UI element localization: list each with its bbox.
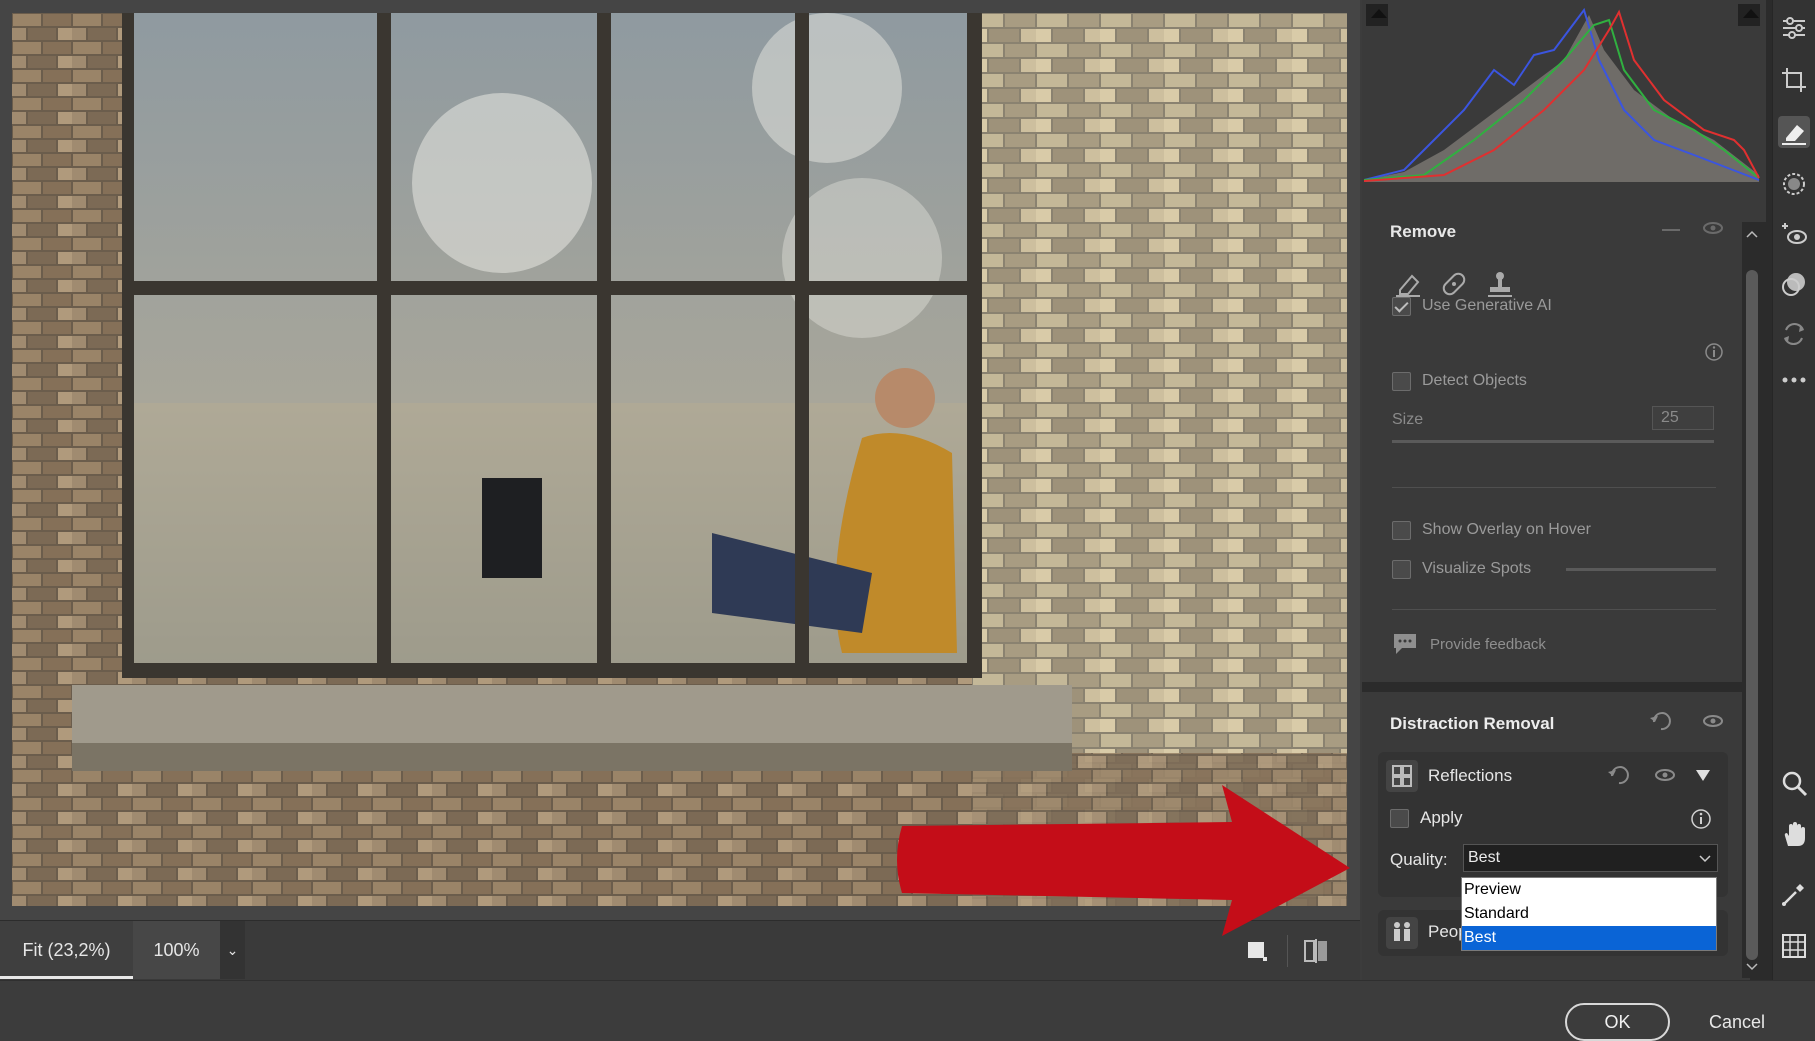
collapse-triangle-icon[interactable] [1690,764,1716,786]
divider [1392,609,1716,610]
reset-icon[interactable] [1648,710,1674,732]
scroll-down-arrow-icon[interactable] [1742,956,1762,976]
panel-scrollbar[interactable] [1742,222,1762,978]
image-canvas[interactable] [0,0,1360,920]
visualize-spots-checkbox[interactable]: Visualize Spots [1392,558,1531,580]
reset-icon[interactable] [1606,764,1632,786]
people-icon [1386,917,1418,949]
info-icon[interactable] [1704,342,1724,362]
histogram-graph [1364,7,1760,182]
use-generative-ai-label: Use Generative AI [1422,297,1552,314]
photo-preview[interactable] [12,13,1347,906]
checkbox-box[interactable] [1390,808,1409,828]
remove-eraser-icon[interactable] [1778,116,1810,148]
quality-select[interactable]: Best [1463,844,1718,872]
apply-checkbox[interactable]: Apply [1390,808,1463,828]
tool-strip [1772,0,1815,980]
size-slider[interactable] [1392,440,1714,443]
visibility-eye-icon[interactable] [1652,764,1678,786]
ok-button[interactable]: OK [1565,1003,1670,1041]
reset-icon[interactable] [1658,222,1684,244]
quality-option-standard[interactable]: Standard [1462,902,1716,926]
visualize-spots-slider[interactable] [1566,568,1716,571]
size-value-input[interactable]: 25 [1652,406,1714,430]
chevron-down-icon [1699,855,1711,863]
scroll-up-arrow-icon[interactable] [1742,224,1762,244]
checkbox-box[interactable] [1392,371,1411,391]
checkbox-box[interactable] [1392,520,1411,540]
quality-selected-value: Best [1468,849,1501,866]
grid-icon[interactable] [1778,930,1810,962]
scrollbar-thumb[interactable] [1746,270,1758,960]
adjustments-panel: Remove Use Generative AI Detect Objects … [1362,0,1772,980]
histogram [1362,0,1766,222]
cancel-button[interactable]: Cancel [1693,1003,1781,1041]
provide-feedback-link[interactable]: Provide feedback [1392,632,1546,656]
zoom-icon[interactable] [1778,768,1810,800]
show-overlay-label: Show Overlay on Hover [1422,521,1591,538]
remove-panel: Remove Use Generative AI Detect Objects … [1362,222,1750,682]
more-icon[interactable] [1778,364,1810,396]
visibility-eye-icon[interactable] [1700,222,1726,244]
quality-option-best[interactable]: Best [1462,926,1716,950]
use-generative-ai-checkbox[interactable]: Use Generative AI [1392,295,1552,317]
zoom-bar: Fit (23,2%) 100% ⌄ [0,920,1360,980]
provide-feedback-label: Provide feedback [1430,635,1546,653]
quality-label: Quality: [1390,850,1448,869]
quality-option-preview[interactable]: Preview [1462,878,1716,902]
hand-icon[interactable] [1778,818,1810,850]
red-eye-icon[interactable] [1778,218,1810,250]
distraction-removal-title: Distraction Removal [1390,714,1555,733]
zoom-dropdown-chevron-icon[interactable]: ⌄ [220,921,245,979]
zoom-100-button[interactable]: 100% [133,921,220,979]
color-sampler-icon[interactable] [1778,878,1810,910]
snapshots-icon[interactable] [1778,318,1810,350]
masking-icon[interactable] [1778,168,1810,200]
reflections-icon [1386,760,1418,792]
size-label: Size [1392,411,1424,428]
show-overlay-checkbox[interactable]: Show Overlay on Hover [1392,519,1591,541]
presets-icon[interactable] [1778,268,1810,300]
reflections-card: Reflections Apply Quality: Best [1378,752,1728,897]
panel-scroll-area[interactable]: Remove Use Generative AI Detect Objects … [1362,222,1752,980]
quality-options-list[interactable]: Preview Standard Best [1461,877,1717,951]
reflections-label: Reflections [1428,766,1513,785]
visualize-spots-label: Visualize Spots [1422,560,1532,577]
dialog-footer: OK Cancel [0,980,1815,1041]
feedback-chat-icon [1394,634,1416,654]
detect-objects-checkbox[interactable]: Detect Objects [1392,370,1527,392]
before-after-view-icon[interactable] [1303,938,1329,964]
divider [1392,487,1716,488]
single-view-icon[interactable] [1247,941,1267,961]
view-separator [1287,935,1288,967]
visibility-eye-icon[interactable] [1700,710,1726,732]
detect-objects-label: Detect Objects [1422,372,1527,389]
checkbox-box[interactable] [1392,296,1411,316]
remove-panel-title: Remove [1390,222,1457,241]
checkbox-box[interactable] [1392,559,1411,579]
info-icon[interactable] [1690,808,1712,830]
crop-icon[interactable] [1778,64,1810,96]
edit-sliders-icon[interactable] [1778,12,1810,44]
zoom-fit-button[interactable]: Fit (23,2%) [0,921,133,979]
apply-label: Apply [1420,808,1463,827]
